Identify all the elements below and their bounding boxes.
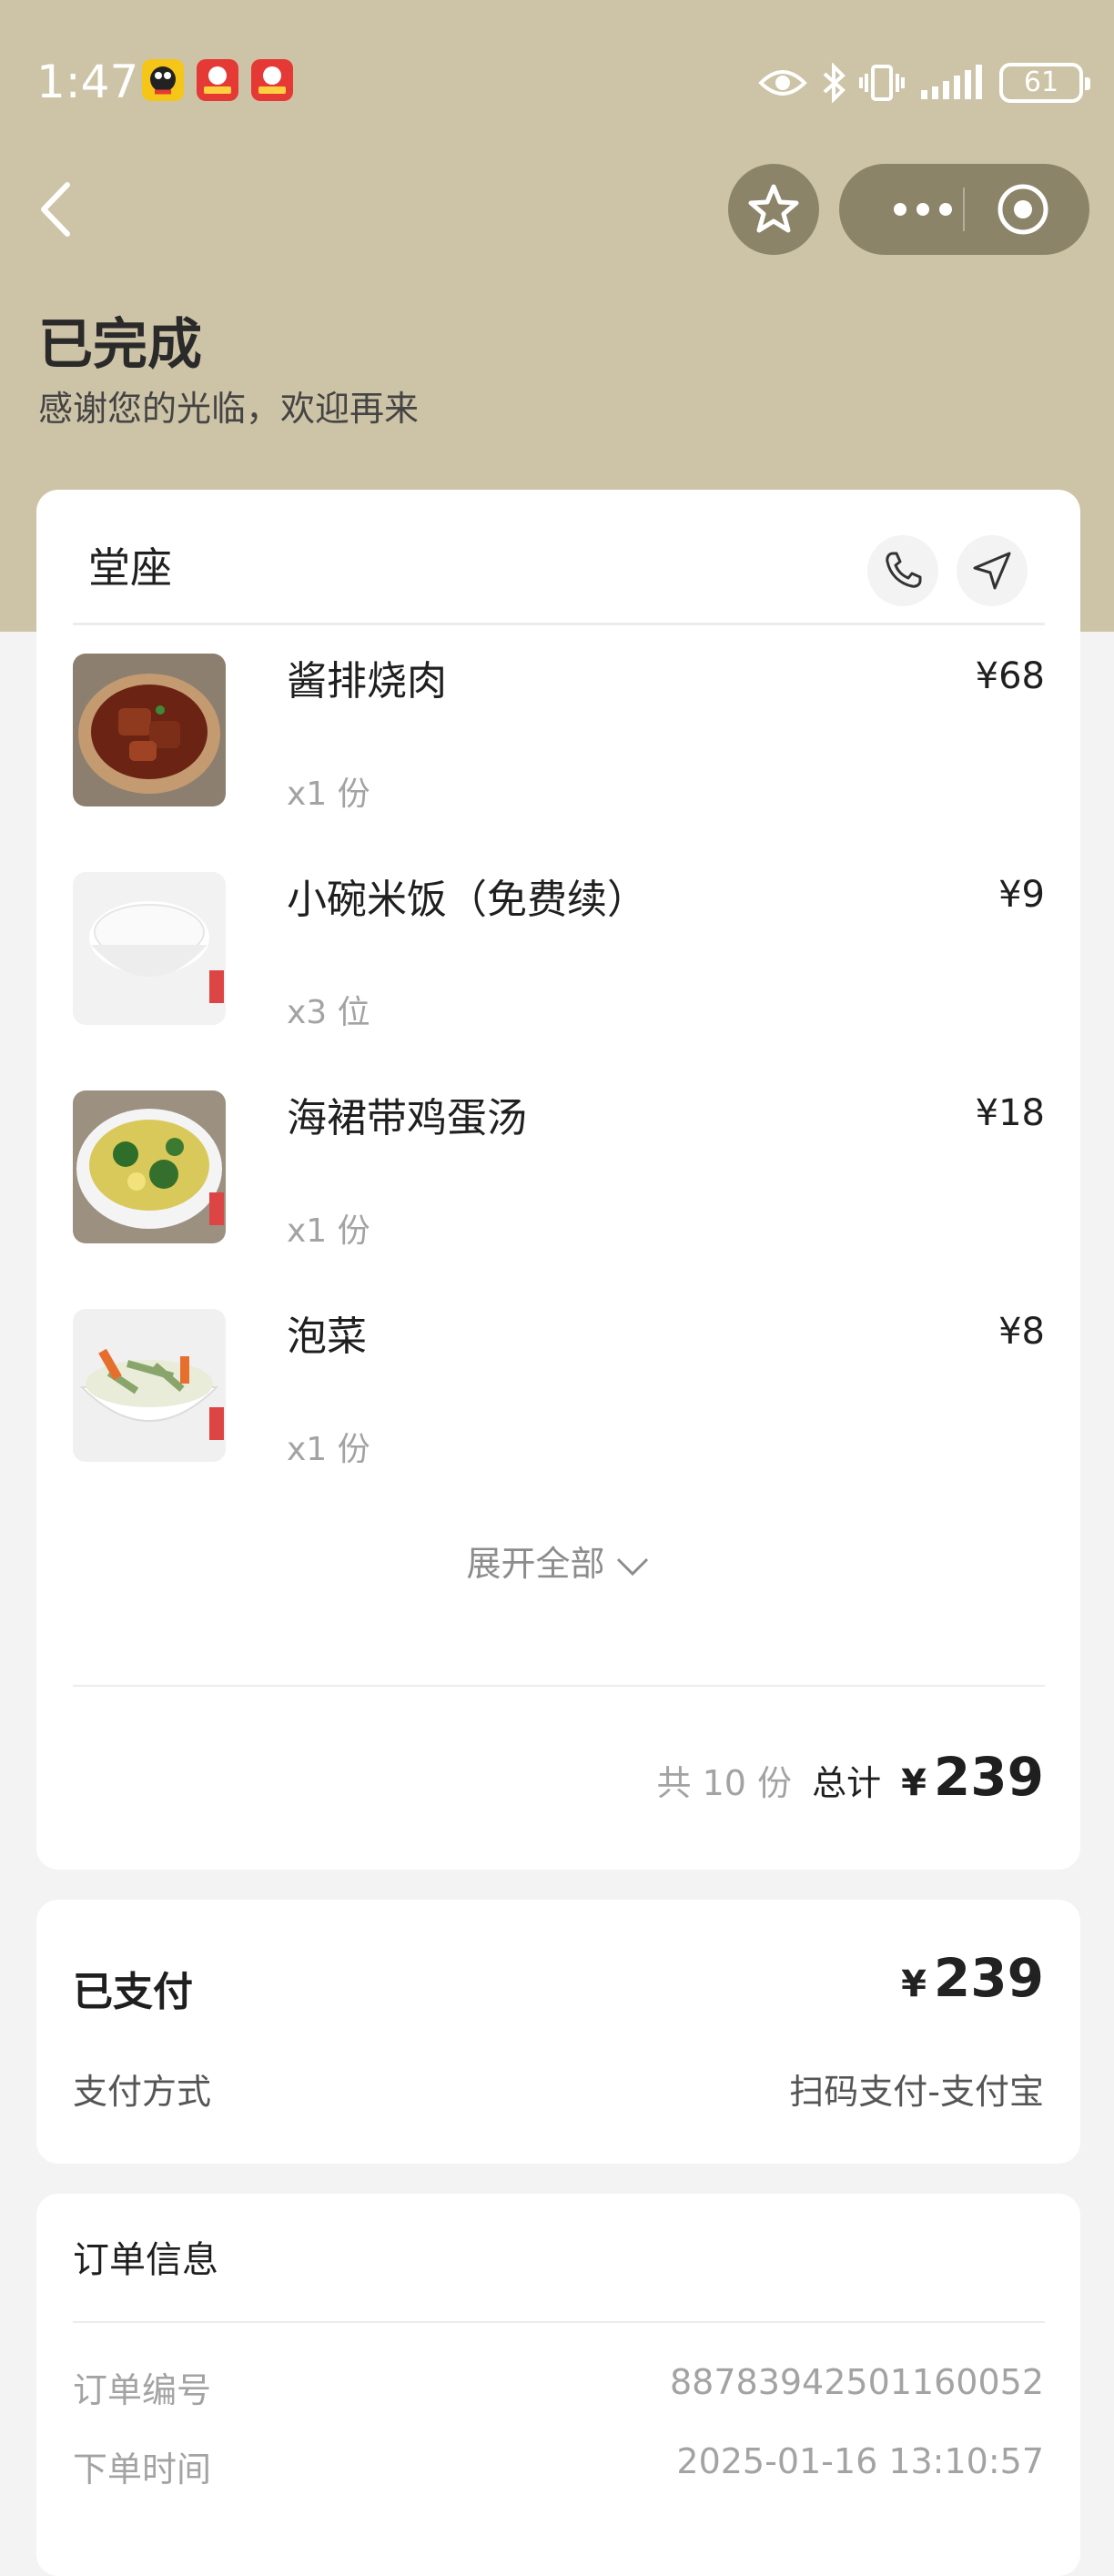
penguin-app-icon (142, 59, 184, 101)
expand-all-label: 展开全部 (466, 1544, 605, 1584)
payment-method-label: 支付方式 (73, 2072, 212, 2112)
payment-card: 已支付 ¥ 239 支付方式 扫码支付-支付宝 (36, 1900, 1080, 2164)
header-divider (73, 623, 1045, 625)
star-icon (748, 184, 799, 233)
battery-level: 61 (1023, 66, 1059, 98)
rice-bowl-photo (73, 872, 226, 1025)
dish-name: 泡菜 (287, 1313, 367, 1360)
order-number-label: 订单编号 (73, 2370, 212, 2410)
status-time: 1:47 (36, 56, 139, 108)
dish-quantity: x1 份 (287, 1212, 370, 1250)
dish-name: 海裙带鸡蛋汤 (287, 1095, 527, 1141)
more-button[interactable] (877, 164, 968, 255)
order-card: 堂座 酱排烧肉 ¥68 x1 份 小碗米饭（免费续） ¥9 x3 位 海裙带鸡蛋… (36, 490, 1080, 1870)
chevron-down-icon (616, 1557, 648, 1576)
dish-name: 酱排烧肉 (287, 658, 447, 705)
paid-amount: ¥ 239 (901, 1947, 1044, 2009)
braised-pork-photo (73, 654, 226, 806)
payment-method-value: 扫码支付-支付宝 (789, 2072, 1044, 2112)
dish-price: ¥9 (998, 874, 1045, 916)
currency-symbol: ¥ (901, 1963, 927, 2005)
total-amount: 239 (933, 1746, 1044, 1808)
back-button[interactable] (35, 177, 80, 241)
target-icon (998, 184, 1048, 235)
paid-label: 已支付 (73, 1969, 193, 2015)
list-item[interactable]: 海裙带鸡蛋汤 ¥18 x1 份 (73, 1090, 1045, 1250)
summary-divider (73, 1685, 1045, 1687)
dish-name: 小碗米饭（免费续） (287, 877, 647, 923)
meituan-app-icon (251, 59, 293, 101)
dish-quantity: x1 份 (287, 776, 370, 813)
list-item[interactable]: 小碗米饭（免费续） ¥9 x3 位 (73, 872, 1045, 1031)
close-miniprogram-button[interactable] (996, 182, 1050, 237)
page-subtitle: 感谢您的光临，欢迎再来 (38, 389, 420, 429)
dine-type-label: 堂座 (88, 543, 172, 593)
order-number-value: 88783942501160052 (669, 2362, 1044, 2402)
capsule-divider (963, 188, 965, 231)
signal-icon (921, 65, 982, 99)
list-item[interactable]: 泡菜 ¥8 x1 份 (73, 1309, 1045, 1468)
meituan-app-icon (197, 59, 238, 101)
vibrate-icon (859, 65, 905, 101)
paid-amount-value: 239 (933, 1947, 1044, 2009)
phone-icon (886, 552, 922, 588)
page-title: 已完成 (38, 313, 202, 377)
order-summary: 共 10 份 总计 ¥ 239 (657, 1746, 1044, 1808)
dish-price: ¥18 (975, 1092, 1045, 1134)
battery-icon: 61 (999, 63, 1090, 103)
navigate-button[interactable] (957, 535, 1028, 606)
navigation-arrow-icon (973, 552, 1011, 590)
expand-all-button[interactable]: 展开全部 (36, 1536, 1080, 1586)
order-info-card: 订单信息 订单编号 88783942501160052 下单时间 2025-01… (36, 2194, 1080, 2576)
miniprogram-capsule (839, 164, 1089, 255)
info-divider (73, 2321, 1045, 2323)
eye-icon (758, 70, 807, 96)
list-item[interactable]: 酱排烧肉 ¥68 x1 份 (73, 654, 1045, 813)
more-dots-icon (894, 203, 952, 216)
favorite-button[interactable] (728, 164, 819, 255)
pickled-vegetables-photo (73, 1309, 226, 1462)
dish-quantity: x3 位 (287, 994, 370, 1031)
order-time-label: 下单时间 (73, 2449, 212, 2490)
dish-quantity: x1 份 (287, 1431, 370, 1468)
chevron-left-icon (41, 182, 70, 237)
seaweed-egg-soup-photo (73, 1090, 226, 1243)
item-count: 共 10 份 (656, 1763, 793, 1803)
total-label: 总计 (812, 1763, 882, 1803)
order-time-value: 2025-01-16 13:10:57 (676, 2441, 1044, 2481)
call-button[interactable] (867, 535, 938, 606)
order-info-title: 订单信息 (73, 2239, 218, 2281)
bluetooth-icon (823, 63, 846, 103)
dish-price: ¥68 (975, 655, 1045, 697)
status-bar: 1:47 61 (36, 50, 1090, 114)
currency-symbol: ¥ (901, 1762, 927, 1804)
dish-price: ¥8 (998, 1311, 1045, 1353)
